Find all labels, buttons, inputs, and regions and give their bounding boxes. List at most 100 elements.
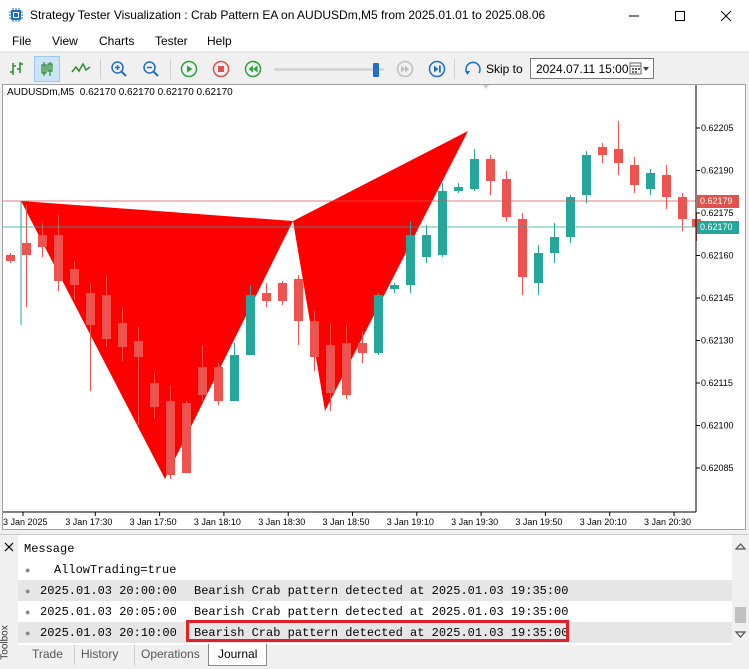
tab-history[interactable]: History xyxy=(74,645,124,665)
calendar-icon[interactable] xyxy=(629,61,651,77)
candle-body xyxy=(454,187,463,191)
minimize-button[interactable] xyxy=(611,0,657,31)
candle-body xyxy=(230,355,239,401)
tab-journal[interactable]: Journal xyxy=(208,644,268,666)
candlestick xyxy=(470,149,479,191)
time-tick-label: 3 Jan 18:50 xyxy=(323,517,370,527)
candlestick xyxy=(566,195,575,243)
candle-body xyxy=(278,283,287,301)
window-title: Strategy Tester Visualization : Crab Pat… xyxy=(30,8,546,22)
candle-body xyxy=(406,235,415,285)
tab-trade[interactable]: Trade xyxy=(26,645,69,665)
log-row[interactable]: ● AllowTrading=true xyxy=(18,559,732,580)
line-chart-button[interactable] xyxy=(68,56,94,82)
highlight-box xyxy=(186,620,569,642)
candlestick xyxy=(422,225,431,263)
skip-to-label: Skip to xyxy=(486,62,523,76)
candle-body xyxy=(646,173,655,189)
candle-body xyxy=(470,159,479,189)
speed-slider-thumb[interactable] xyxy=(373,63,379,77)
menu-tester[interactable]: Tester xyxy=(155,34,188,48)
candle-body xyxy=(422,235,431,257)
candle-body xyxy=(102,295,111,339)
candle-body xyxy=(6,255,15,261)
title-bar: Strategy Tester Visualization : Crab Pat… xyxy=(0,0,749,31)
price-tick-label: 0.62145 xyxy=(701,293,734,303)
price-tick-label: 0.62085 xyxy=(701,463,734,473)
candlestick xyxy=(454,183,463,193)
stop-button[interactable] xyxy=(208,56,234,82)
menu-charts[interactable]: Charts xyxy=(99,34,134,48)
toolbox-panel: Toolbox Message ● AllowTrading=true ● 20… xyxy=(0,534,749,668)
menu-help[interactable]: Help xyxy=(207,34,232,48)
log-bullet: ● xyxy=(25,607,31,617)
candle-body xyxy=(518,219,527,277)
skip-to-end-button[interactable] xyxy=(424,56,450,82)
candle-body xyxy=(54,235,63,281)
menu-bar: File View Charts Tester Help xyxy=(0,31,749,51)
bar-chart-icon xyxy=(10,62,23,75)
menu-view[interactable]: View xyxy=(52,34,78,48)
scrollbar-thumb[interactable] xyxy=(735,607,746,623)
log-row[interactable]: ● 2025.01.03 20:05:00 Bearish Crab patte… xyxy=(18,601,732,622)
tab-operations[interactable]: Operations xyxy=(134,645,206,665)
bar-chart-button[interactable] xyxy=(4,56,30,82)
play-button[interactable] xyxy=(176,56,202,82)
fast-forward-icon xyxy=(396,60,414,78)
price-label-red: 0.62179 xyxy=(697,195,739,208)
candle-body xyxy=(630,165,639,185)
candlestick xyxy=(374,293,383,355)
speed-slider[interactable] xyxy=(274,63,384,77)
candle-body xyxy=(486,159,495,181)
candle-body xyxy=(342,343,351,395)
candlestick xyxy=(582,151,591,203)
candle-body xyxy=(22,243,31,255)
scroll-up-icon[interactable] xyxy=(732,538,749,554)
toolbar-separator xyxy=(100,59,101,79)
toolbar: Skip to 2024.07.11 15:00 xyxy=(0,52,749,83)
price-tick-label: 0.62160 xyxy=(701,251,734,261)
zoom-out-button[interactable] xyxy=(138,56,164,82)
close-icon xyxy=(4,542,14,552)
candle-body xyxy=(662,175,671,197)
price-tick-label: 0.62190 xyxy=(701,166,734,176)
chart-window[interactable]: 0.62205 0.62190 0.62175 0.62160 0.62145 0.621… xyxy=(2,84,746,530)
minimize-icon xyxy=(629,15,639,16)
zoom-in-button[interactable] xyxy=(106,56,132,82)
candlestick xyxy=(550,223,559,263)
menu-file[interactable]: File xyxy=(12,34,31,48)
log-row[interactable]: ● 2025.01.03 20:00:00 Bearish Crab patte… xyxy=(18,580,732,601)
candle-body xyxy=(86,293,95,325)
candlestick xyxy=(214,363,223,405)
candle-body xyxy=(582,155,591,195)
toolbar-separator xyxy=(454,59,455,79)
symbol-info: AUDUSDm,M5 0.62170 0.62170 0.62170 0.621… xyxy=(7,87,233,98)
candle-body xyxy=(390,285,399,289)
close-icon xyxy=(720,10,732,21)
toolbox-close-button[interactable] xyxy=(3,541,15,553)
candlestick xyxy=(438,183,447,257)
close-button[interactable] xyxy=(703,0,749,31)
candlestick xyxy=(262,283,271,307)
price-tick-label: 0.62115 xyxy=(701,378,733,388)
candlestick xyxy=(6,253,15,263)
journal-scrollbar[interactable] xyxy=(732,535,749,645)
log-bullet: ● xyxy=(25,628,31,638)
skip-to-date-field[interactable]: 2024.07.11 15:00 xyxy=(530,58,654,79)
slow-down-button[interactable] xyxy=(240,56,266,82)
speed-slider-track xyxy=(274,68,384,71)
candle-body xyxy=(134,341,143,357)
step-button[interactable] xyxy=(392,56,418,82)
skip-to-icon-button[interactable] xyxy=(460,56,486,82)
candlestick-button[interactable] xyxy=(34,56,60,82)
candle-body xyxy=(262,293,271,301)
candle-body xyxy=(182,403,191,473)
message-header: Message xyxy=(24,542,75,556)
price-chart[interactable]: 0.62205 0.62190 0.62175 0.62160 0.62145 0.621… xyxy=(3,85,745,529)
candle-body xyxy=(214,367,223,401)
log-message: Bearish Crab pattern detected at 2025.01… xyxy=(194,584,569,598)
scroll-down-icon[interactable] xyxy=(732,627,749,643)
maximize-button[interactable] xyxy=(657,0,703,31)
candle-body xyxy=(294,279,303,321)
skip-to-date-value: 2024.07.11 15:00 xyxy=(536,62,629,76)
